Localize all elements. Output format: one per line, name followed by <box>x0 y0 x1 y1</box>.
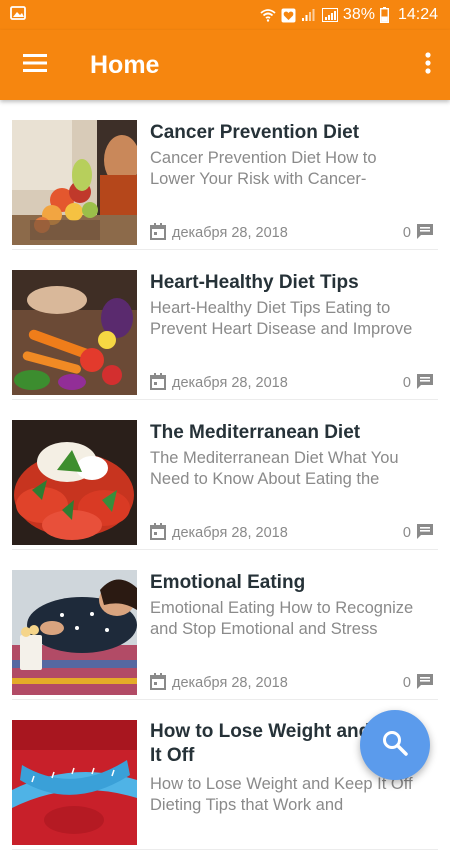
post-meta: декабря 28, 2018 0 <box>150 372 434 394</box>
comment-icon[interactable] <box>416 673 434 694</box>
battery-percent: 38% <box>342 6 375 23</box>
calendar-icon <box>150 672 166 694</box>
post-item[interactable]: Cancer Prevention Diet Cancer Prevention… <box>12 100 438 250</box>
post-thumbnail[interactable] <box>12 420 137 545</box>
heart-notification-icon <box>281 8 296 23</box>
post-date: декабря 28, 2018 <box>172 675 288 691</box>
post-meta: декабря 28, 2018 0 <box>150 522 434 544</box>
clock: 14:24 <box>397 6 438 23</box>
wifi-icon <box>260 8 276 22</box>
post-date: декабря 28, 2018 <box>172 375 288 391</box>
calendar-icon <box>150 522 166 544</box>
post-date: декабря 28, 2018 <box>172 525 288 541</box>
comment-icon[interactable] <box>416 523 434 544</box>
post-title[interactable]: Emotional Eating <box>150 570 438 595</box>
menu-button[interactable] <box>0 30 70 100</box>
gallery-notification-icon <box>10 5 26 25</box>
post-thumbnail[interactable] <box>12 270 137 395</box>
comment-count: 0 <box>402 375 411 391</box>
post-item[interactable]: Heart-Healthy Diet Tips Heart-Healthy Di… <box>12 250 438 400</box>
post-excerpt: Cancer Prevention Diet How to Lower Your… <box>150 149 377 188</box>
comment-count: 0 <box>402 675 411 691</box>
post-thumbnail[interactable] <box>12 720 137 845</box>
calendar-icon <box>150 222 166 244</box>
app-bar: Home <box>0 30 450 100</box>
comment-count: 0 <box>402 525 411 541</box>
signal-icon <box>301 8 317 22</box>
post-excerpt: How to Lose Weight and Keep It Off Dieti… <box>150 775 413 814</box>
post-excerpt: The Mediterranean Diet What You Need to … <box>150 449 399 488</box>
signal-icon-2 <box>321 8 338 22</box>
post-excerpt: Emotional Eating How to Recognize and St… <box>150 599 414 638</box>
post-thumbnail[interactable] <box>12 120 137 245</box>
comment-icon[interactable] <box>416 223 434 244</box>
post-thumbnail[interactable] <box>12 570 137 695</box>
post-title[interactable]: Heart-Healthy Diet Tips <box>150 270 438 295</box>
post-item[interactable]: The Mediterranean Diet The Mediterranean… <box>12 400 438 550</box>
post-meta: декабря 28, 2018 0 <box>150 672 434 694</box>
search-icon <box>382 730 408 761</box>
more-options-button[interactable] <box>406 30 450 100</box>
post-excerpt: Heart-Healthy Diet Tips Eating to Preven… <box>150 299 413 338</box>
calendar-icon <box>150 372 166 394</box>
search-fab-button[interactable] <box>360 710 430 780</box>
post-title[interactable]: The Mediterranean Diet <box>150 420 438 445</box>
status-bar: 38% 14:24 <box>0 0 450 30</box>
page-title: Home <box>90 50 160 79</box>
hamburger-menu-icon <box>23 53 47 77</box>
comment-icon[interactable] <box>416 373 434 394</box>
battery-icon <box>379 7 389 23</box>
post-date: декабря 28, 2018 <box>172 225 288 241</box>
post-item[interactable]: Emotional Eating Emotional Eating How to… <box>12 550 438 700</box>
more-vert-icon <box>425 51 431 79</box>
post-meta: декабря 28, 2018 0 <box>150 222 434 244</box>
comment-count: 0 <box>402 225 411 241</box>
post-title[interactable]: Cancer Prevention Diet <box>150 120 438 145</box>
